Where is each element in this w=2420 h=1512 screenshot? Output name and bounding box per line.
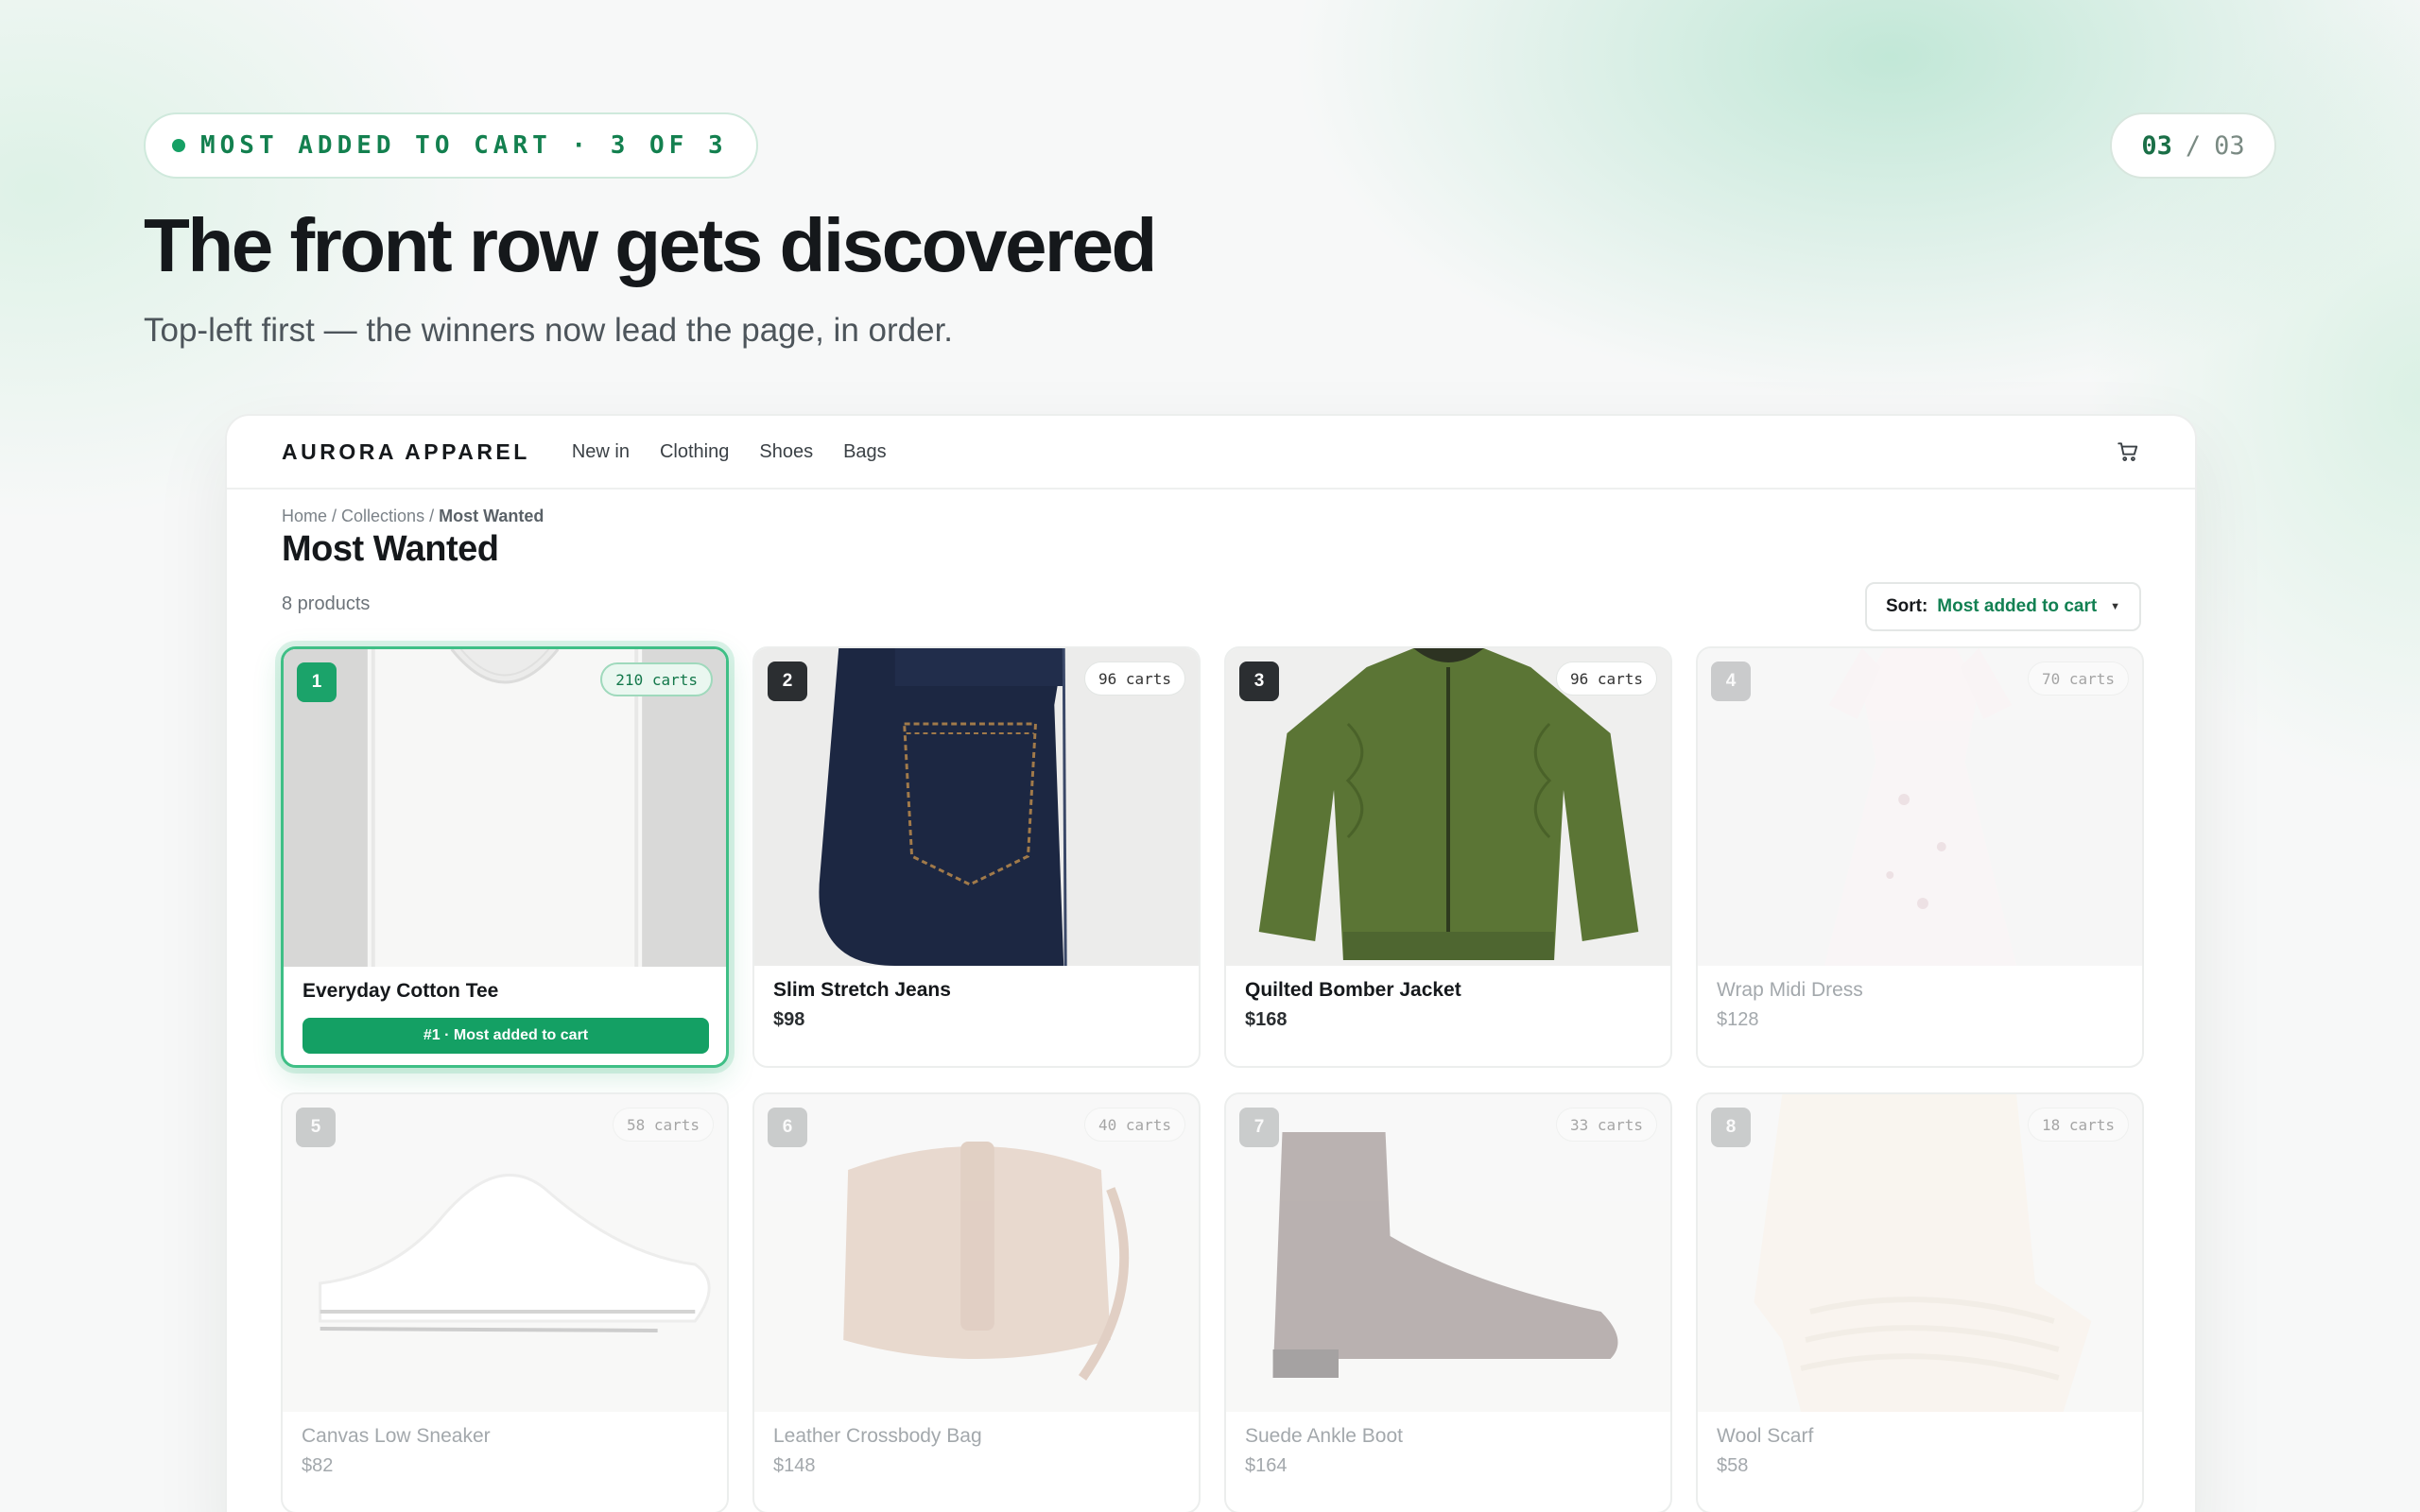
dress-image xyxy=(1698,648,2142,966)
product-name[interactable]: Everyday Cotton Tee xyxy=(302,980,498,1003)
status-dot-icon xyxy=(172,139,185,152)
product-name[interactable]: Canvas Low Sneaker xyxy=(302,1425,491,1448)
boot-image xyxy=(1226,1094,1670,1412)
page-title: Most Wanted xyxy=(282,529,499,569)
breadcrumb-separator: / xyxy=(424,507,440,525)
slide-counter-current: 03 xyxy=(2141,130,2172,161)
cart-count-chip: 70 carts xyxy=(2027,662,2129,696)
breadcrumb-separator: / xyxy=(327,507,342,525)
product-card[interactable]: 3 96 carts Quilted Bomber Jacket $168 xyxy=(1224,646,1672,1068)
product-price: $164 xyxy=(1245,1455,1288,1476)
product-price: $58 xyxy=(1717,1455,1749,1476)
nav-link-clothing[interactable]: Clothing xyxy=(660,441,729,463)
sort-dropdown[interactable]: Sort: Most added to cart ▼ xyxy=(1865,582,2141,631)
product-name[interactable]: Wrap Midi Dress xyxy=(1717,979,1863,1002)
eyebrow-text: MOST ADDED TO CART · 3 OF 3 xyxy=(200,131,728,160)
top-seller-badge: #1 · Most added to cart xyxy=(302,1018,709,1054)
product-price: $128 xyxy=(1717,1009,1759,1030)
cart-count-chip: 58 carts xyxy=(612,1108,714,1142)
sneaker-image xyxy=(283,1094,727,1412)
jacket-image xyxy=(1226,648,1670,966)
cart-icon[interactable] xyxy=(2116,439,2140,464)
product-card[interactable]: 8 18 carts Wool Scarf $58 xyxy=(1696,1092,2144,1512)
rank-badge: 6 xyxy=(768,1108,807,1147)
product-name[interactable]: Suede Ankle Boot xyxy=(1245,1425,1403,1448)
product-name[interactable]: Quilted Bomber Jacket xyxy=(1245,979,1461,1002)
rank-badge: 4 xyxy=(1711,662,1751,701)
slide-headline: The front row gets discovered xyxy=(144,203,1157,287)
cart-count-chip: 40 carts xyxy=(1083,1108,1185,1142)
product-name[interactable]: Slim Stretch Jeans xyxy=(773,979,951,1002)
product-price: $148 xyxy=(773,1455,816,1476)
slide-counter-separator: / xyxy=(2185,130,2202,161)
cart-count-chip: 210 carts xyxy=(600,662,713,696)
product-card[interactable]: 7 33 carts Suede Ankle Boot $164 xyxy=(1224,1092,1672,1512)
product-card[interactable]: 1 210 carts Everyday Cotton Tee #1 · Mos… xyxy=(281,646,729,1068)
slide-counter-total: 03 xyxy=(2214,130,2245,161)
cart-count-chip: 18 carts xyxy=(2027,1108,2129,1142)
product-price: $82 xyxy=(302,1455,334,1476)
rank-badge: 1 xyxy=(297,662,337,702)
cart-count-chip: 33 carts xyxy=(1555,1108,1657,1142)
nav-link-new-in[interactable]: New in xyxy=(572,441,630,463)
eyebrow-pill: MOST ADDED TO CART · 3 OF 3 xyxy=(144,112,758,179)
store-brand[interactable]: AURORA APPAREL xyxy=(282,439,530,465)
tshirt-image xyxy=(284,649,726,967)
product-card[interactable]: 2 96 carts Slim Stretch Jeans $98 xyxy=(752,646,1201,1068)
nav-link-shoes[interactable]: Shoes xyxy=(759,441,813,463)
product-card[interactable]: 4 70 carts Wrap Midi Dress $128 xyxy=(1696,646,2144,1068)
breadcrumb-current: Most Wanted xyxy=(439,507,544,525)
store-nav: AURORA APPAREL New in Clothing Shoes Bag… xyxy=(227,416,2195,490)
caret-down-icon: ▼ xyxy=(2110,601,2121,612)
rank-badge: 8 xyxy=(1711,1108,1751,1147)
breadcrumb-collections[interactable]: Collections xyxy=(341,507,424,525)
slide-subheadline: Top-left first — the winners now lead th… xyxy=(144,312,954,349)
product-price: $98 xyxy=(773,1009,805,1030)
slide-counter: 03 / 03 xyxy=(2110,112,2276,179)
product-name[interactable]: Wool Scarf xyxy=(1717,1425,1813,1448)
bag-image xyxy=(754,1094,1199,1412)
nav-link-bags[interactable]: Bags xyxy=(843,441,887,463)
rank-badge: 2 xyxy=(768,662,807,701)
cart-count-chip: 96 carts xyxy=(1555,662,1657,696)
breadcrumb: Home / Collections / Most Wanted xyxy=(282,507,544,526)
rank-badge: 7 xyxy=(1239,1108,1279,1147)
sort-value: Most added to cart xyxy=(1937,596,2098,616)
product-card[interactable]: 5 58 carts Canvas Low Sneaker $82 xyxy=(281,1092,729,1512)
scarf-image xyxy=(1698,1094,2142,1412)
product-card[interactable]: 6 40 carts Leather Crossbody Bag $148 xyxy=(752,1092,1201,1512)
store-window: AURORA APPAREL New in Clothing Shoes Bag… xyxy=(225,414,2197,1512)
product-name[interactable]: Leather Crossbody Bag xyxy=(773,1425,982,1448)
rank-badge: 5 xyxy=(296,1108,336,1147)
sort-label: Sort: xyxy=(1885,596,1928,616)
breadcrumb-home[interactable]: Home xyxy=(282,507,327,525)
jeans-image xyxy=(754,648,1199,966)
product-count: 8 products xyxy=(282,593,371,614)
rank-badge: 3 xyxy=(1239,662,1279,701)
product-price: $168 xyxy=(1245,1009,1288,1030)
cart-count-chip: 96 carts xyxy=(1083,662,1185,696)
